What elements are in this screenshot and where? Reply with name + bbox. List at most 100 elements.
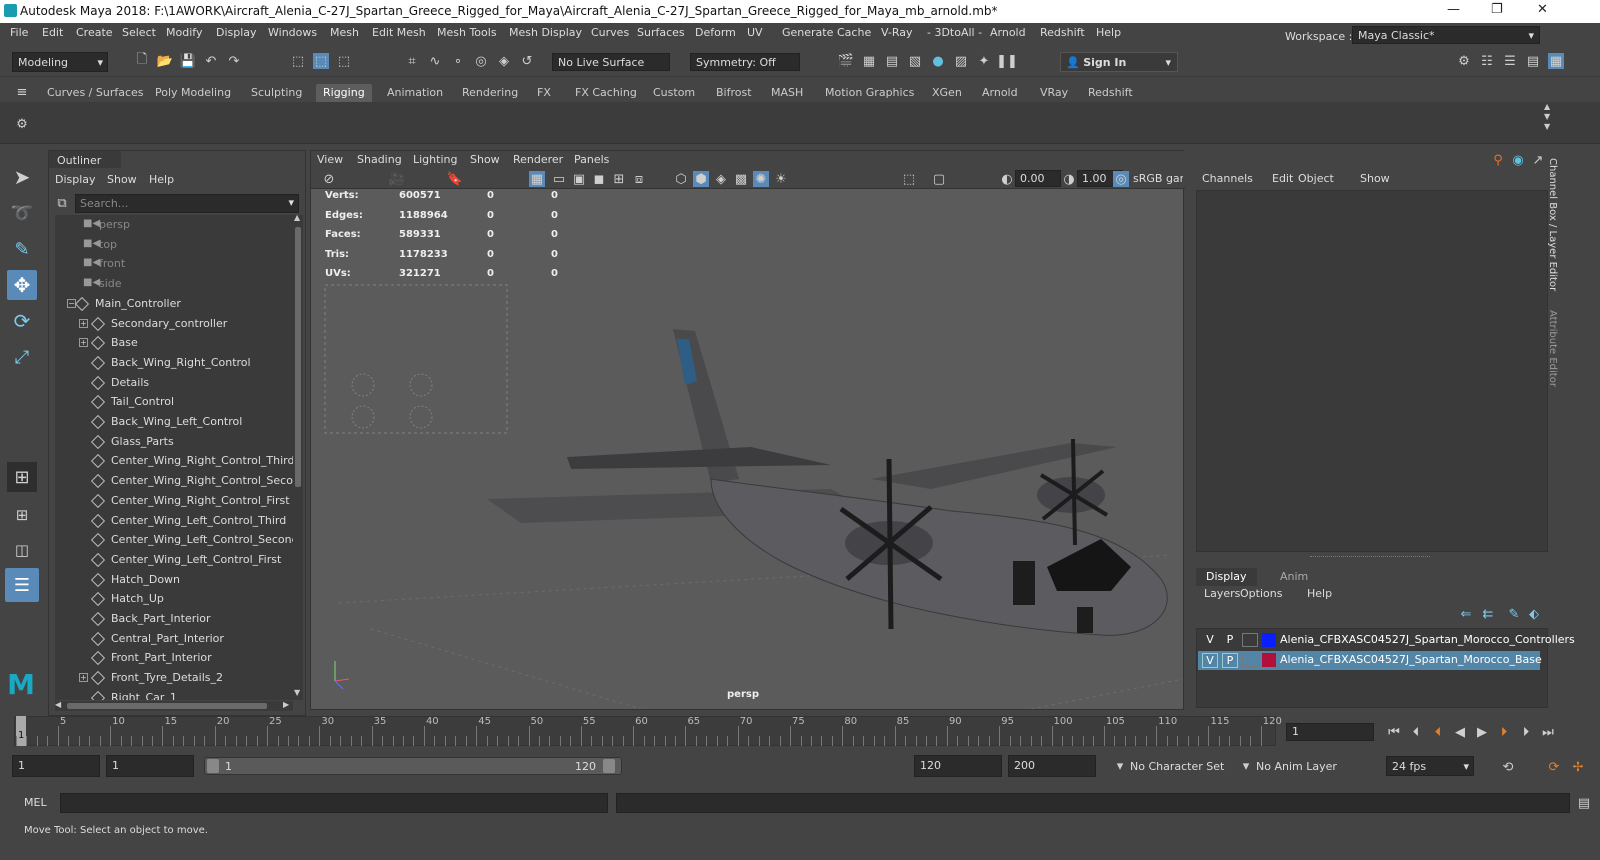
menu-edit[interactable]: Edit <box>42 26 63 39</box>
script-editor-icon[interactable]: ▤ <box>1576 795 1592 811</box>
persp-viewport[interactable]: View Shading Lighting Show Renderer Panels ⊘ … <box>310 150 1185 710</box>
outliner-item[interactable]: Front_Part_Interior <box>55 648 293 668</box>
color-management-icon[interactable]: ◎ <box>1113 171 1129 187</box>
outliner-item[interactable]: Back_Part_Interior <box>55 609 293 629</box>
move-tool-icon[interactable]: ✥ <box>7 270 37 300</box>
menu-surfaces[interactable]: Surfaces <box>637 26 685 39</box>
paint-weights-icon[interactable] <box>436 110 462 136</box>
outliner-menu-display[interactable]: Display <box>55 173 96 186</box>
move-layer-down-icon[interactable]: ⇇ <box>1480 606 1496 622</box>
outliner-item[interactable]: Back_Wing_Right_Control <box>55 353 293 373</box>
channel-box-splitter[interactable] <box>1310 556 1430 559</box>
new-layer-icon[interactable]: ⬖ <box>1526 606 1542 622</box>
attribute-editor-side-tab[interactable]: Attribute Editor <box>1544 310 1558 400</box>
save-scene-icon[interactable]: 💾 <box>180 53 196 69</box>
anim-prefs-icon[interactable]: ✢ <box>1570 759 1586 775</box>
anim-layer-dropdown[interactable]: No Anim Layer <box>1256 760 1337 773</box>
menu-file[interactable]: File <box>10 26 28 39</box>
symmetry-dropdown[interactable]: Symmetry: Off <box>690 53 800 71</box>
step-back-frame-icon[interactable]: ⏴ <box>1408 724 1424 740</box>
humanik-icon[interactable] <box>182 110 208 136</box>
ik-spline-icon[interactable] <box>114 110 140 136</box>
outliner-item[interactable]: Center_Wing_Left_Control_Second <box>55 530 293 550</box>
outliner-item[interactable]: Right_Car_1 <box>55 688 293 700</box>
cluster-icon[interactable] <box>258 110 284 136</box>
outliner-horizontal-scrollbar[interactable]: ◀ ▶ <box>55 700 293 711</box>
redo-icon[interactable]: ↷ <box>226 53 242 69</box>
shelf-tab-rendering[interactable]: Rendering <box>455 84 525 102</box>
outliner-item[interactable]: Center_Wing_Right_Control_First <box>55 491 293 511</box>
viewport-menu-show[interactable]: Show <box>470 153 500 166</box>
render-settings-icon[interactable]: ▧ <box>907 53 923 69</box>
layer-playback-toggle[interactable]: P <box>1222 653 1238 668</box>
render-view-icon[interactable]: 🎬 <box>838 53 854 69</box>
pause-viewport-icon[interactable]: ❚❚ <box>996 53 1018 69</box>
outliner-item[interactable]: Tail_Control <box>55 392 293 412</box>
go-to-end-icon[interactable]: ⏭ <box>1540 724 1556 740</box>
outliner-filter-icon[interactable]: ⧉ <box>54 195 70 211</box>
bind-skin-icon[interactable] <box>402 110 428 136</box>
channel-box-key-icon[interactable]: ⚲ <box>1490 152 1506 168</box>
menu-help[interactable]: Help <box>1096 26 1121 39</box>
menu-set-dropdown[interactable]: Modeling ▾ <box>12 52 108 72</box>
smooth-bind-icon[interactable] <box>470 110 496 136</box>
tool-settings-icon[interactable]: ☰ <box>1502 53 1518 69</box>
shelf-tab-vray[interactable]: VRay <box>1033 84 1075 102</box>
menu-modify[interactable]: Modify <box>166 26 202 39</box>
play-backwards-icon[interactable]: ◀ <box>1452 724 1468 740</box>
wireframe-icon[interactable]: ⬡ <box>673 171 689 187</box>
film-gate-icon[interactable]: ▭ <box>551 171 567 187</box>
outliner-item[interactable]: Center_Wing_Left_Control_First <box>55 550 293 570</box>
chevron-down-icon[interactable]: ▾ <box>1112 758 1128 774</box>
expand-icon[interactable]: + <box>79 318 88 328</box>
animation-end-field[interactable]: 200 <box>1008 755 1096 777</box>
outliner-item[interactable]: ■◀ top <box>55 235 293 255</box>
shelf-menu-icon[interactable]: ≡ <box>14 84 30 100</box>
character-set-dropdown[interactable]: No Character Set <box>1130 760 1224 773</box>
channel-box-menu-edit[interactable]: Edit <box>1272 172 1293 185</box>
layer-menu-help[interactable]: Help <box>1307 587 1332 600</box>
display-layer-row[interactable]: V P Alenia_CFBXASC04527J_Spartan_Morocco_B… <box>1198 651 1542 670</box>
channel-box-scrollbar[interactable]: ▲ ▼ ▼ <box>1544 102 1556 138</box>
maximize-icon[interactable]: ❐ <box>1491 2 1503 17</box>
layer-playback-toggle[interactable]: P <box>1222 633 1238 646</box>
menu-mesh-tools[interactable]: Mesh Tools <box>437 26 497 39</box>
modeling-toolkit-icon[interactable]: ⚙ <box>1456 53 1472 69</box>
shelf-tab-rigging[interactable]: Rigging <box>316 84 372 102</box>
layer-display-type-toggle[interactable] <box>1242 653 1258 667</box>
select-tool-icon[interactable]: ➤ <box>9 164 35 190</box>
snap-surface-icon[interactable]: ◎ <box>473 53 489 69</box>
loop-playback-icon[interactable]: ⟲ <box>1500 759 1516 775</box>
outliner-item[interactable]: Back_Wing_Left_Control <box>55 412 293 432</box>
menu-cache[interactable]: Cache <box>837 26 871 39</box>
four-pane-layout-icon[interactable]: ⊞ <box>7 500 37 530</box>
fps-dropdown[interactable]: 24 fps ▾ <box>1386 756 1474 776</box>
gamma-icon[interactable]: ◑ <box>1061 171 1077 187</box>
snap-point-icon[interactable]: ∘ <box>450 53 466 69</box>
resolution-gate-icon[interactable]: ▣ <box>571 171 587 187</box>
outliner-item[interactable]: Central_Part_Interior <box>55 629 293 649</box>
menu-curves[interactable]: Curves <box>591 26 629 39</box>
constraint-point-icon[interactable] <box>538 110 564 136</box>
scroll-up-icon[interactable]: ▲ <box>294 213 300 222</box>
shelf-tab-animation[interactable]: Animation <box>380 84 450 102</box>
menu-edit-mesh[interactable]: Edit Mesh <box>372 26 426 39</box>
menu-mesh[interactable]: Mesh <box>330 26 359 39</box>
menu-redshift[interactable]: Redshift <box>1040 26 1085 39</box>
field-chart-icon[interactable]: ⊞ <box>611 171 627 187</box>
attribute-editor-icon[interactable]: ☷ <box>1479 53 1495 69</box>
command-input[interactable] <box>60 793 608 813</box>
select-by-component-icon[interactable]: ⬚ <box>336 53 352 69</box>
viewport-menu-lighting[interactable]: Lighting <box>413 153 457 166</box>
shelf-tab-fx[interactable]: FX <box>530 84 558 102</box>
scroll-left-icon[interactable]: ◀ <box>55 700 61 709</box>
display-layer-row[interactable]: V P Alenia_CFBXASC04527J_Spartan_Morocco_C… <box>1198 631 1575 650</box>
step-forward-frame-icon[interactable]: ⏵ <box>1518 724 1534 740</box>
channel-box-menu-show[interactable]: Show <box>1360 172 1390 185</box>
workspace-dropdown[interactable]: Maya Classic* ▾ <box>1352 26 1540 44</box>
scroll-right-icon[interactable]: ▶ <box>283 700 289 709</box>
scale-tool-icon[interactable]: ⤢ <box>9 344 35 370</box>
outliner-item[interactable]: Hatch_Down <box>55 570 293 590</box>
shelf-tab-redshift[interactable]: Redshift <box>1081 84 1140 102</box>
layer-color-swatch[interactable] <box>1262 633 1276 647</box>
